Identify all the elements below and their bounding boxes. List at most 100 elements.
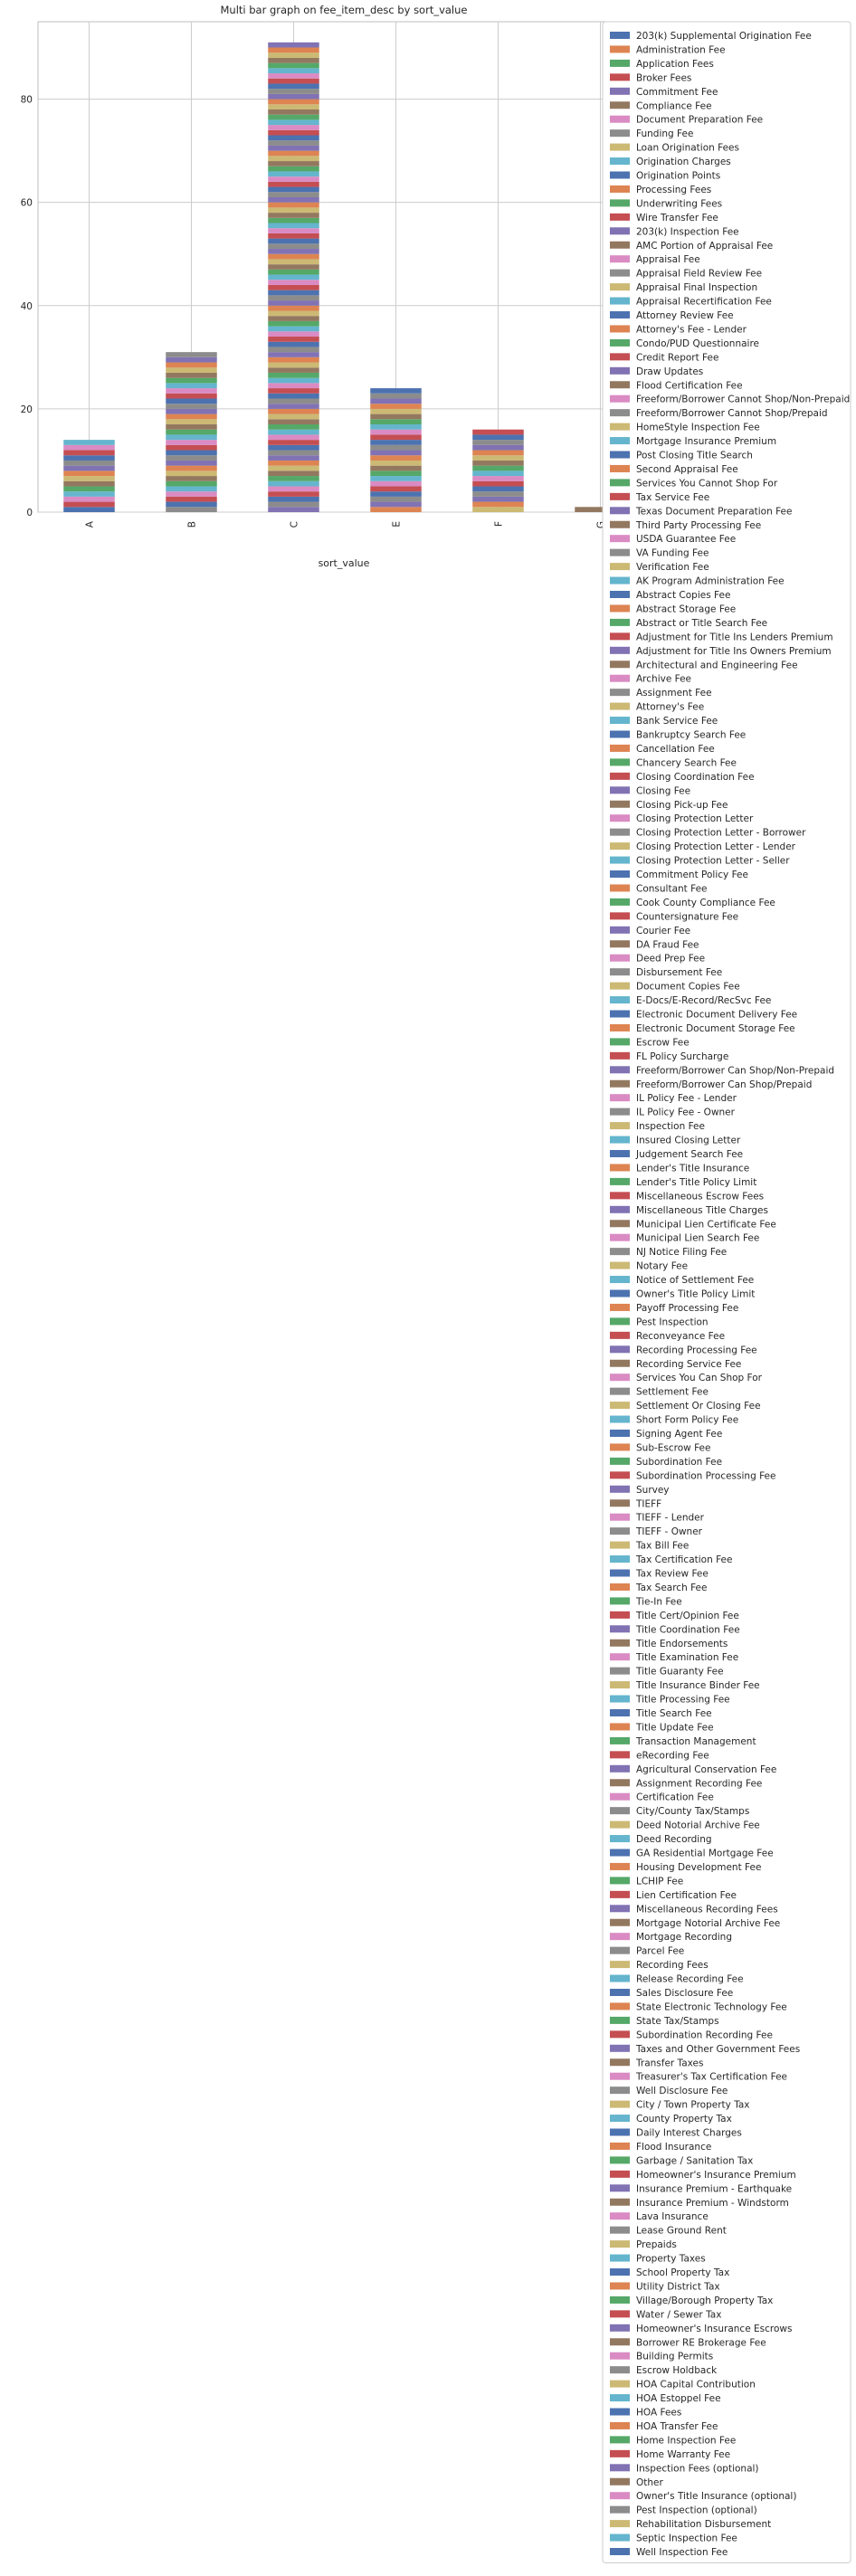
stacked-bar-chart: Multi bar graph on fee_item_desc by sort… (21, 4, 851, 2563)
legend-entry: Insurance Premium - Windstorm (636, 2198, 789, 2209)
legend-swatch (610, 73, 630, 81)
bar-segment-C (268, 408, 319, 414)
legend-entry: AK Program Administration Fee (636, 576, 785, 587)
legend-entry: Homeowner's Insurance Premium (636, 2170, 796, 2181)
legend-swatch (610, 2198, 630, 2206)
legend-entry: Tax Certification Fee (635, 1554, 732, 1565)
bar-segment-C (268, 480, 319, 487)
bar-segment-F (472, 476, 524, 481)
legend-entry: Wire Transfer Fee (636, 213, 718, 223)
legend-entry: Disbursement Fee (636, 967, 722, 978)
legend-entry: Lender's Title Insurance (636, 1163, 749, 1174)
legend-swatch (610, 1079, 630, 1088)
legend-swatch (610, 366, 630, 375)
legend-entry: Adjustment for Title Ins Lenders Premium (636, 632, 833, 642)
bar-segment-B (166, 434, 217, 441)
legend-swatch (610, 2268, 630, 2276)
legend-swatch (610, 464, 630, 472)
legend-entry: Chancery Search Fee (636, 757, 737, 768)
legend-entry: Rehabilitation Disbursement (636, 2519, 771, 2530)
bar-segment-C (268, 171, 319, 177)
bar-segment-C (268, 259, 319, 265)
bar-segment-E (370, 419, 422, 425)
legend-swatch (610, 1709, 630, 1716)
legend-swatch (610, 1345, 630, 1354)
legend-swatch (610, 297, 630, 305)
legend-swatch (610, 1276, 630, 1284)
legend-entry: Freeform/Borrower Cannot Shop/Non-Prepai… (636, 394, 850, 405)
legend-swatch (610, 772, 630, 780)
legend-swatch (610, 1107, 630, 1116)
legend-swatch (610, 2030, 630, 2039)
legend-entry: TIEFF - Owner (635, 1526, 703, 1537)
legend-entry: Condo/PUD Questionnaire (636, 338, 759, 349)
legend-swatch (610, 1849, 630, 1857)
legend-swatch (610, 800, 630, 808)
bar-segment-E (370, 455, 422, 461)
legend-entry: Appraisal Final Inspection (636, 282, 757, 293)
bar-segment-C (268, 166, 319, 172)
bar-segment-B (166, 408, 217, 414)
legend-swatch (610, 1611, 630, 1619)
legend-entry: Escrow Fee (636, 1037, 690, 1048)
legend-entry: Closing Protection Letter - Lender (636, 841, 796, 852)
legend-swatch (610, 87, 630, 95)
bar-segment-A (63, 450, 115, 456)
legend-entry: Municipal Lien Certificate Fee (636, 1219, 776, 1230)
legend-swatch (610, 2408, 630, 2416)
bar-segment-C (268, 398, 319, 404)
legend-entry: Recording Service Fee (636, 1359, 741, 1370)
bar-segment-A (63, 465, 115, 471)
legend-swatch (610, 241, 630, 249)
legend-swatch (610, 2128, 630, 2136)
legend-swatch (610, 814, 630, 822)
legend-swatch (610, 1723, 630, 1731)
legend-entry: Sales Disclosure Fee (636, 1988, 733, 1999)
legend-swatch (610, 479, 630, 487)
legend-swatch (610, 689, 630, 697)
legend-entry: Architectural and Engineering Fee (636, 660, 798, 670)
bar-segment-A (63, 471, 115, 477)
legend-swatch (610, 520, 630, 528)
legend-entry: 203(k) Inspection Fee (636, 226, 739, 237)
legend-entry: Origination Charges (636, 157, 731, 167)
bar-segment-E (370, 434, 422, 441)
bar-segment-A (63, 476, 115, 481)
bar-segment-F (472, 471, 524, 477)
bar-segment-B (166, 491, 217, 497)
legend-entry: Attorney Review Fee (636, 310, 734, 321)
legend-swatch (610, 283, 630, 291)
bar-segment-B (166, 444, 217, 451)
legend-swatch (610, 1541, 630, 1549)
bar-segment-C (268, 450, 319, 456)
bar-segment-F (472, 486, 524, 492)
legend-swatch (610, 394, 630, 403)
legend-entry: Commitment Fee (636, 87, 718, 98)
legend-entry: Tax Service Fee (635, 492, 709, 503)
bar-segment-C (268, 393, 319, 399)
legend-entry: Village/Borough Property Tax (636, 2296, 773, 2306)
legend-entry: Flood Certification Fee (636, 380, 743, 391)
legend-entry: Appraisal Field Review Fee (636, 269, 762, 280)
bar-segment-C (268, 223, 319, 229)
bar-segment-C (268, 305, 319, 311)
bar-segment-F (472, 444, 524, 451)
legend-swatch (610, 548, 630, 556)
legend-entry: Freeform/Borrower Can Shop/Non-Prepaid (636, 1065, 834, 1076)
legend-entry: Recording Fees (636, 1960, 709, 1971)
legend-swatch (610, 1961, 630, 1969)
legend-entry: Mortgage Notorial Archive Fee (636, 1918, 780, 1929)
legend-swatch (610, 968, 630, 976)
legend-entry: Escrow Holdback (636, 2365, 718, 2376)
legend-swatch (610, 1639, 630, 1647)
bar-segment-C (268, 202, 319, 208)
legend-swatch (610, 492, 630, 500)
bar-segment-C (268, 78, 319, 84)
legend-swatch (610, 2058, 630, 2067)
legend-swatch (610, 1667, 630, 1675)
legend-entry: Cancellation Fee (636, 744, 715, 755)
legend-swatch (610, 2086, 630, 2095)
bar-segment-B (166, 367, 217, 373)
bar-segment-B (166, 460, 217, 466)
legend-entry: TIEFF - Lender (635, 1513, 705, 1524)
